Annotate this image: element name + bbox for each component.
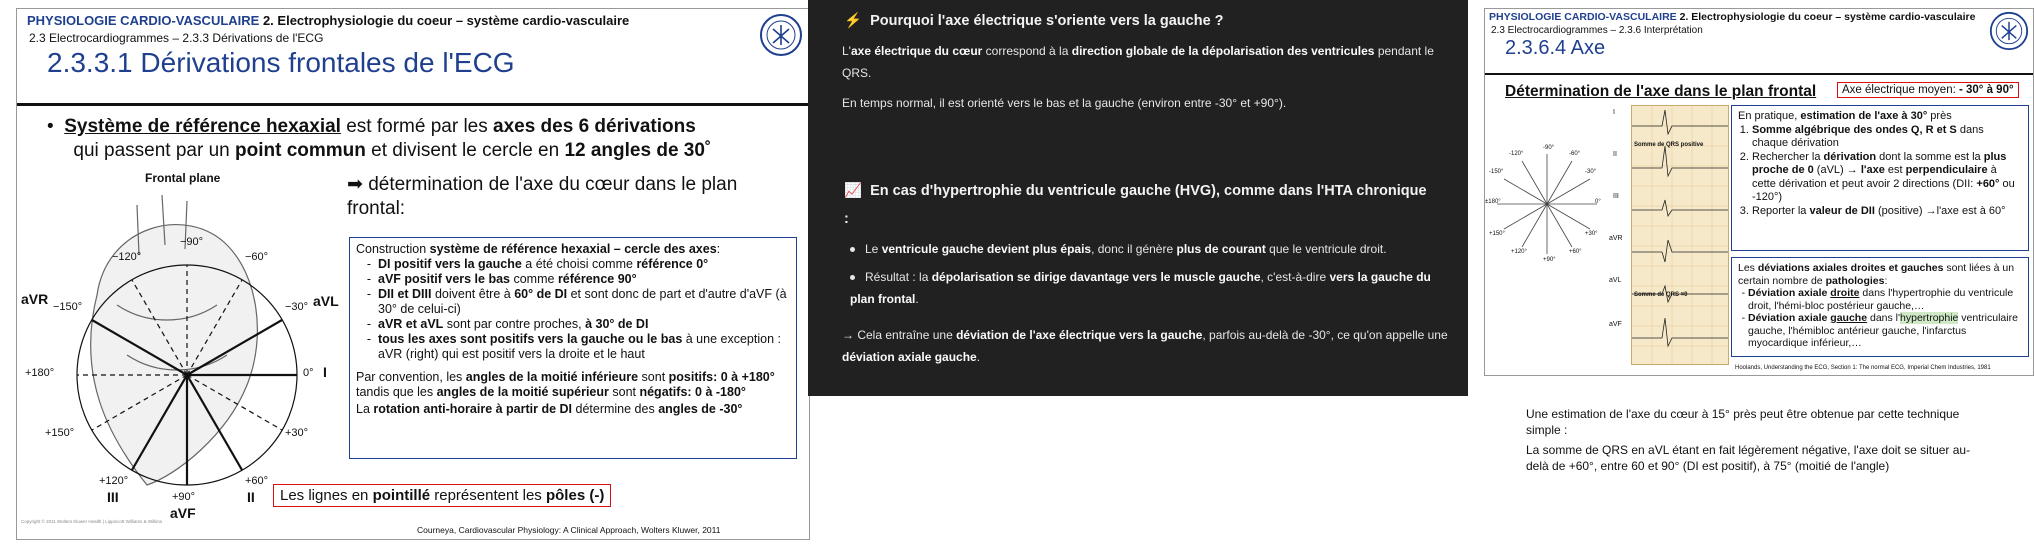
course-header: PHYSIOLOGIE CARDIO-VASCULAIRE 2. Electro… — [1489, 11, 1976, 23]
paragraph-axis-definition: L'axe électrique du cœur correspond à la… — [842, 44, 1434, 80]
label-p60: +60° — [245, 475, 269, 487]
practice-box: En pratique, estimation de l'axe à 30° p… — [1731, 105, 2029, 251]
mini-label-p30: +30° — [1585, 231, 1598, 237]
list-item: Somme algébrique des ondes Q, R et S dan… — [1752, 124, 2022, 151]
header-divider — [1485, 73, 2033, 75]
subsection-header: 2.3 Electrocardiogrammes – 2.3.3 Dérivat… — [29, 31, 324, 45]
label-m30: −30° — [285, 301, 309, 313]
label-aVL: aVL — [313, 293, 339, 309]
mini-label-m60: -60° — [1569, 151, 1581, 157]
slide-title: 2.3.3.1 Dérivations frontales de l'ECG — [47, 47, 515, 78]
list-item: Résultat : la dépolarisation se dirige d… — [850, 270, 1431, 306]
ecg-strip: Somme de QRS positive Somme de QRS =0 — [1631, 105, 1729, 365]
axis-determination-text: ➡ détermination de l'axe du cœur dans le… — [347, 174, 738, 219]
mini-label-m120: -120° — [1509, 151, 1524, 157]
mini-label-p150: +150° — [1489, 231, 1505, 237]
bullet-icon — [850, 275, 855, 281]
ecg-label-positive: Somme de QRS positive — [1634, 142, 1704, 148]
avl-sum-paragraph: La somme de QRS en aVL étant en fait lég… — [1526, 443, 1971, 473]
heading-hvg: 📈 En cas d'hypertrophie du ventricule ga… — [844, 183, 1427, 199]
deviation-list: Déviation axiale droite dans l'hypertrop… — [1738, 287, 2022, 350]
subsection-header: 2.3 Electrocardiogrammes – 2.3.6 Interpr… — [1491, 25, 1703, 36]
bullet-icon — [850, 247, 855, 253]
slide-derivations-frontales: PHYSIOLOGIE CARDIO-VASCULAIRE 2. Electro… — [16, 8, 810, 540]
label-p150: +150° — [45, 427, 75, 439]
construction-box: Construction système de référence hexaxi… — [349, 237, 797, 459]
heading-hvg-tail: : — [844, 211, 849, 227]
convention-paragraph: Par convention, les angles de la moitié … — [356, 370, 775, 399]
mean-axis-badge: Axe électrique moyen: - 30° à 90° — [1837, 82, 2019, 98]
mini-label-p180: ±180° — [1485, 199, 1501, 205]
label-I: I — [323, 364, 327, 380]
label-II: II — [247, 489, 255, 505]
label-aVF: aVF — [170, 505, 196, 521]
list-item: Déviation axiale droite dans l'hypertrop… — [1748, 287, 2022, 312]
chat-answer-panel: ⚡ Pourquoi l'axe électrique s'oriente ve… — [808, 0, 1468, 396]
university-seal-icon — [760, 14, 802, 56]
estimation-paragraph: Une estimation de l'axe du cœur à 15° pr… — [1526, 407, 1960, 437]
university-seal-icon — [1989, 11, 2029, 51]
ecg-lead-aVF: aVF — [1609, 321, 1622, 328]
poles-note: Les lignes en pointillé représentent les… — [273, 484, 612, 507]
mini-label-p0: 0° — [1595, 199, 1601, 205]
list-item: Reporter la valeur de DII (positive) →l'… — [1752, 205, 2022, 219]
label-III: III — [107, 489, 119, 505]
label-m60: −60° — [245, 251, 269, 263]
mini-label-p120: +120° — [1511, 249, 1527, 255]
label-m90: −90° — [180, 236, 204, 248]
ecg-lead-III: III — [1613, 193, 1619, 200]
label-p30: +30° — [285, 427, 309, 439]
section-title: Détermination de l'axe dans le plan fron… — [1505, 83, 1817, 100]
construction-list: DI positif vers la gauche a été choisi c… — [356, 257, 790, 362]
rotation-paragraph: La rotation anti-horaire à partir de DI … — [356, 402, 743, 416]
paragraph-conclusion: → Cela entraîne une déviation de l'axe é… — [842, 328, 1448, 364]
label-m120: −120° — [112, 251, 142, 263]
list-item: Déviation axiale gauche dans l'hypertrop… — [1748, 312, 2022, 350]
list-item: aVF positif vers le bas comme référence … — [378, 272, 790, 287]
label-p180: +180° — [25, 367, 55, 379]
label-p0: 0° — [303, 367, 314, 379]
steps-list: Somme algébrique des ondes Q, R et S dan… — [1738, 124, 2022, 219]
list-item: DI positif vers la gauche a été choisi c… — [378, 257, 790, 272]
mini-label-p90: +90° — [1543, 257, 1556, 263]
paragraph-normal-axis: En temps normal, il est orienté vers le … — [842, 96, 1287, 110]
mini-label-p60: +60° — [1569, 249, 1582, 255]
list-item: Le ventricule gauche devient plus épais,… — [850, 238, 1450, 260]
ecg-lead-I: I — [1613, 109, 1615, 116]
lightning-icon: ⚡ — [844, 13, 863, 29]
list-item: tous les axes sont positifs vers la gauc… — [378, 332, 790, 362]
chart-up-icon: 📈 — [844, 183, 863, 199]
slide-axe: PHYSIOLOGIE CARDIO-VASCULAIRE 2. Electro… — [1484, 8, 2034, 376]
header-divider — [17, 103, 809, 106]
heart-sketch — [90, 194, 258, 486]
list-item: Rechercher la dérivation dont la somme e… — [1752, 151, 2022, 205]
course-header: PHYSIOLOGIE CARDIO-VASCULAIRE 2. Electro… — [27, 13, 630, 28]
ecg-lead-II: II — [1613, 151, 1617, 158]
copyright-text: Copyright © 2011 Wolters Kluwer Health |… — [21, 519, 163, 524]
ecg-lead-aVR: aVR — [1609, 235, 1623, 242]
citation: Courneya, Cardiovascular Physiology: A C… — [417, 525, 721, 535]
label-p120: +120° — [99, 475, 129, 487]
slide-title: 2.3.6.4 Axe — [1505, 37, 1606, 59]
figure-label: Frontal plane — [145, 171, 221, 185]
label-aVR: aVR — [21, 291, 49, 307]
heading-why-left: ⚡ Pourquoi l'axe électrique s'oriente ve… — [844, 13, 1224, 29]
deviation-box: Les déviations axiales droites et gauche… — [1731, 257, 2029, 357]
ecg-label-zero: Somme de QRS =0 — [1634, 292, 1688, 298]
label-m150: −150° — [53, 301, 83, 313]
list-item: aVR et aVL sont par contre proches, à 30… — [378, 317, 790, 332]
mini-label-m90: -90° — [1543, 145, 1555, 151]
citation: Hoolands, Understanding the ECG, Section… — [1735, 365, 1991, 371]
label-p90: +90° — [172, 491, 196, 503]
hexaxial-bullet: • Système de référence hexaxial est form… — [47, 116, 712, 161]
mini-label-m30: -30° — [1585, 169, 1597, 175]
mini-label-m150: -150° — [1489, 169, 1504, 175]
ecg-lead-aVL: aVL — [1609, 277, 1622, 284]
list-item: DII et DIII doivent être à 60° de DI et … — [378, 287, 790, 317]
